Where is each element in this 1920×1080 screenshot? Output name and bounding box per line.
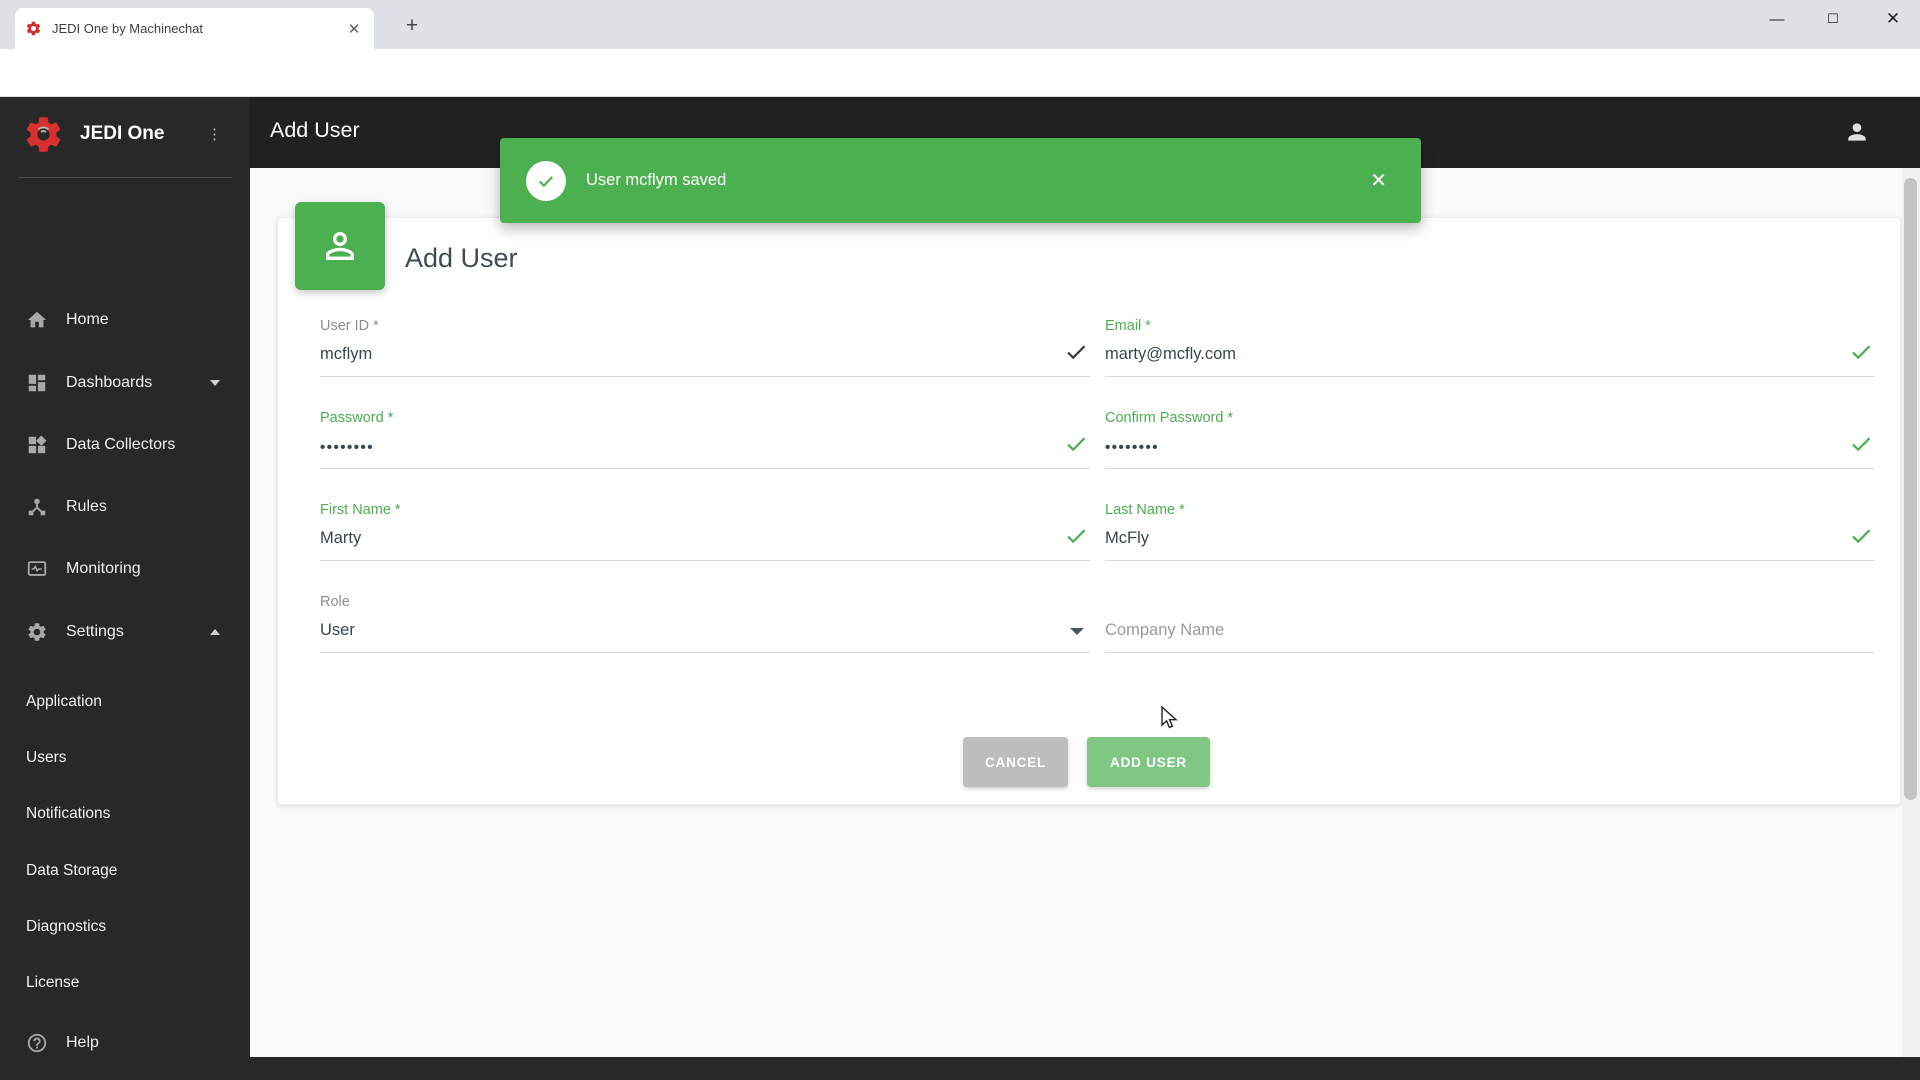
dropdown-arrow-icon[interactable] xyxy=(1070,628,1084,635)
toast-message: User mcflym saved xyxy=(586,171,727,189)
email-value[interactable]: marty@mcfly.com xyxy=(1105,345,1236,364)
valid-check-icon xyxy=(1067,437,1086,452)
sidebar-item-users[interactable]: Users xyxy=(26,745,66,771)
screen: JEDI One by Machinechat ✕ + — ☐ ✕ Not se… xyxy=(0,0,1920,1080)
company-name-placeholder[interactable]: Company Name xyxy=(1105,621,1224,640)
first-name-label: First Name * xyxy=(320,502,401,518)
sidebar-item-dashboards[interactable]: Dashboards xyxy=(0,367,250,399)
password-value[interactable]: •••••••• xyxy=(320,439,374,456)
browser-tab[interactable]: JEDI One by Machinechat ✕ xyxy=(15,8,374,49)
jedi-one-logo-icon xyxy=(26,116,61,152)
home-icon xyxy=(27,311,47,328)
window-minimize-button[interactable]: — xyxy=(1754,0,1800,38)
role-select[interactable]: Role User xyxy=(320,594,1090,656)
user-id-label: User ID * xyxy=(320,318,379,334)
favicon-gear-icon xyxy=(26,21,41,36)
toast-close-icon[interactable]: ✕ xyxy=(1370,171,1387,191)
last-name-value[interactable]: McFly xyxy=(1105,529,1149,548)
sidebar-item-application[interactable]: Application xyxy=(26,689,102,715)
sidebar-item-rules[interactable]: Rules xyxy=(0,491,250,523)
brand-title: JEDI One xyxy=(80,123,165,144)
success-check-icon xyxy=(526,160,566,201)
sidebar-item-home[interactable]: Home xyxy=(0,304,250,336)
valid-check-icon xyxy=(1852,529,1871,544)
valid-check-icon xyxy=(1852,437,1871,452)
confirm-password-value[interactable]: •••••••• xyxy=(1105,439,1159,456)
sidebar: JEDI One ⋮ Home Dashboards Data Collecto… xyxy=(0,97,250,1080)
user-id-value[interactable]: mcflym xyxy=(320,345,372,364)
success-toast: User mcflym saved ✕ xyxy=(500,138,1421,223)
person-outline-icon xyxy=(326,232,354,260)
rules-icon xyxy=(28,498,46,516)
sidebar-item-diagnostics[interactable]: Diagnostics xyxy=(26,914,106,940)
window-maximize-button[interactable]: ☐ xyxy=(1810,0,1856,38)
account-person-icon[interactable] xyxy=(1844,119,1870,145)
password-field[interactable]: Password * •••••••• xyxy=(320,410,1090,472)
tab-title: JEDI One by Machinechat xyxy=(52,21,204,36)
cancel-button[interactable]: CANCEL xyxy=(963,737,1068,787)
email-label: Email * xyxy=(1105,318,1151,334)
sidebar-item-help[interactable]: Help xyxy=(0,1027,250,1059)
valid-check-icon xyxy=(1852,345,1871,360)
valid-check-icon xyxy=(1067,529,1086,544)
last-name-label: Last Name * xyxy=(1105,502,1185,518)
data-collectors-icon xyxy=(28,435,47,454)
vertical-scrollbar[interactable] xyxy=(1902,168,1920,1057)
valid-check-icon xyxy=(1067,345,1086,360)
help-icon xyxy=(27,1033,47,1053)
browser-toolbar: Not secure 192.168.1.204:9123/addusers N… xyxy=(0,49,1920,139)
first-name-field[interactable]: First Name * Marty xyxy=(320,502,1090,564)
confirm-password-label: Confirm Password * xyxy=(1105,410,1234,426)
sidebar-item-data-storage[interactable]: Data Storage xyxy=(26,858,117,884)
browser-tab-strip: JEDI One by Machinechat ✕ + — ☐ ✕ xyxy=(0,0,1920,49)
chevron-up-icon xyxy=(210,629,220,635)
brand-menu-kebab-icon[interactable]: ⋮ xyxy=(207,125,222,143)
page-bottom-strip xyxy=(250,1057,1920,1080)
monitoring-icon xyxy=(27,561,47,576)
chevron-down-icon xyxy=(210,380,220,386)
user-id-field[interactable]: User ID * mcflym xyxy=(320,318,1090,380)
role-value[interactable]: User xyxy=(320,621,355,640)
scrollbar-thumb[interactable] xyxy=(1904,178,1917,800)
settings-gear-icon xyxy=(28,623,46,641)
email-field[interactable]: Email * marty@mcfly.com xyxy=(1105,318,1875,380)
sidebar-item-license[interactable]: License xyxy=(26,970,79,996)
confirm-password-field[interactable]: Confirm Password * •••••••• xyxy=(1105,410,1875,472)
sidebar-item-notifications[interactable]: Notifications xyxy=(26,801,110,827)
role-label: Role xyxy=(320,594,350,610)
dashboards-icon xyxy=(28,374,46,392)
last-name-field[interactable]: Last Name * McFly xyxy=(1105,502,1875,564)
sidebar-divider xyxy=(18,177,232,178)
tab-close-icon[interactable]: ✕ xyxy=(344,20,364,38)
add-user-avatar-badge xyxy=(295,202,385,290)
first-name-value[interactable]: Marty xyxy=(320,529,361,548)
window-close-button[interactable]: ✕ xyxy=(1866,0,1920,38)
sidebar-item-data-collectors[interactable]: Data Collectors xyxy=(0,429,250,461)
company-name-field[interactable]: Company Name xyxy=(1105,594,1875,656)
add-user-button[interactable]: ADD USER xyxy=(1087,737,1210,787)
new-tab-button[interactable]: + xyxy=(398,12,426,40)
sidebar-item-settings[interactable]: Settings xyxy=(0,616,250,648)
page-title: Add User xyxy=(270,118,360,142)
sidebar-item-monitoring[interactable]: Monitoring xyxy=(0,553,250,585)
password-label: Password * xyxy=(320,410,394,426)
form-title: Add User xyxy=(405,243,518,273)
